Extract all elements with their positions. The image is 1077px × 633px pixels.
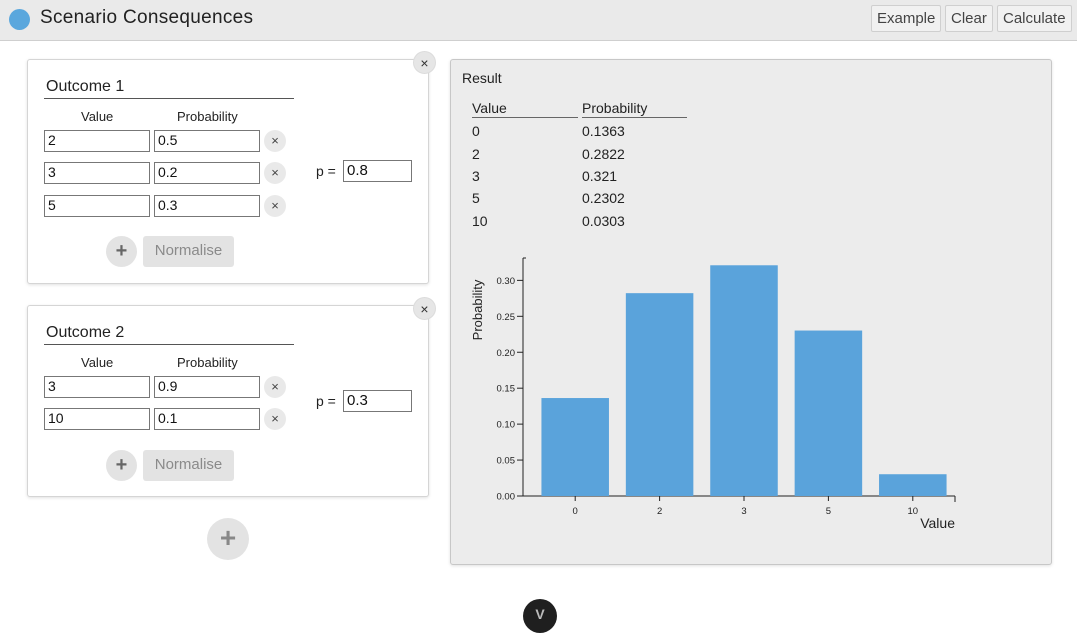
- outcome-name-field[interactable]: Outcome 2: [44, 324, 294, 345]
- chevron-down-icon[interactable]: V: [523, 599, 557, 633]
- probability-input[interactable]: 0.5: [154, 130, 260, 152]
- outcome-card: Outcome 1 Value Probability 2 0.5 × 3 0.…: [27, 59, 429, 284]
- p-label: p =: [316, 393, 336, 409]
- normalise-button[interactable]: Normalise: [143, 236, 234, 267]
- add-row-button[interactable]: +: [106, 450, 137, 481]
- probability-input[interactable]: 0.1: [154, 408, 260, 430]
- bar: [541, 398, 609, 496]
- app-logo-icon: [9, 9, 30, 30]
- add-row-button[interactable]: +: [106, 236, 137, 267]
- probability-input[interactable]: 0.3: [154, 195, 260, 217]
- p-label: p =: [316, 163, 336, 179]
- y-axis-label: Probability: [470, 279, 485, 340]
- y-tick-label: 0.15: [497, 384, 516, 395]
- y-tick-label: 0.30: [497, 276, 516, 287]
- value-input[interactable]: 5: [44, 195, 150, 217]
- result-panel: Result Value Probability 0 0.1363 2 0.28…: [450, 59, 1052, 565]
- x-tick-label: 5: [826, 506, 831, 517]
- add-outcome-button[interactable]: +: [207, 518, 249, 560]
- outcome-card: Outcome 2 Value Probability 3 0.9 × 10 0…: [27, 305, 429, 497]
- value-input[interactable]: 2: [44, 130, 150, 152]
- p-input[interactable]: 0.8: [343, 160, 412, 182]
- remove-row-icon[interactable]: ×: [264, 408, 286, 430]
- close-outcome-icon[interactable]: ×: [413, 51, 436, 74]
- value-input[interactable]: 3: [44, 376, 150, 398]
- close-outcome-icon[interactable]: ×: [413, 297, 436, 320]
- probability-column-header: Probability: [177, 355, 238, 370]
- app-header: Scenario Consequences Example Clear Calc…: [0, 0, 1077, 41]
- y-tick-label: 0.05: [497, 456, 516, 467]
- calculate-button[interactable]: Calculate: [997, 5, 1072, 32]
- remove-row-icon[interactable]: ×: [264, 162, 286, 184]
- probability-column-header: Probability: [177, 109, 238, 124]
- bar: [879, 474, 947, 496]
- value-column-header: Value: [81, 355, 114, 370]
- remove-row-icon[interactable]: ×: [264, 195, 286, 217]
- clear-button[interactable]: Clear: [945, 5, 993, 32]
- app-title: Scenario Consequences: [40, 7, 254, 28]
- p-input[interactable]: 0.3: [343, 390, 412, 412]
- outcome-name-field[interactable]: Outcome 1: [44, 78, 294, 99]
- x-tick-label: 3: [741, 506, 746, 517]
- y-tick-label: 0.00: [497, 492, 516, 503]
- probability-bar-chart: 0.00 0.05 0.10 0.15 0.20 0.25 0.30 0 2 3 5 10Value P…: [470, 257, 956, 531]
- y-tick-label: 0.25: [497, 312, 516, 323]
- x-tick-label: 10: [908, 506, 919, 517]
- normalise-button[interactable]: Normalise: [143, 450, 234, 481]
- x-tick-label: 2: [657, 506, 662, 517]
- bar: [794, 330, 863, 496]
- x-tick-label: 0: [573, 506, 578, 517]
- remove-row-icon[interactable]: ×: [264, 376, 286, 398]
- x-axis-label: Value: [920, 515, 955, 531]
- value-input[interactable]: 3: [44, 162, 150, 184]
- y-tick-label: 0.20: [497, 348, 516, 359]
- probability-input[interactable]: 0.2: [154, 162, 260, 184]
- value-input[interactable]: 10: [44, 408, 150, 430]
- value-column-header: Value: [81, 109, 114, 124]
- example-button[interactable]: Example: [871, 5, 942, 32]
- bar: [625, 293, 694, 496]
- remove-row-icon[interactable]: ×: [264, 130, 286, 152]
- y-tick-label: 0.10: [497, 420, 516, 431]
- bar: [710, 265, 778, 496]
- probability-input[interactable]: 0.9: [154, 376, 260, 398]
